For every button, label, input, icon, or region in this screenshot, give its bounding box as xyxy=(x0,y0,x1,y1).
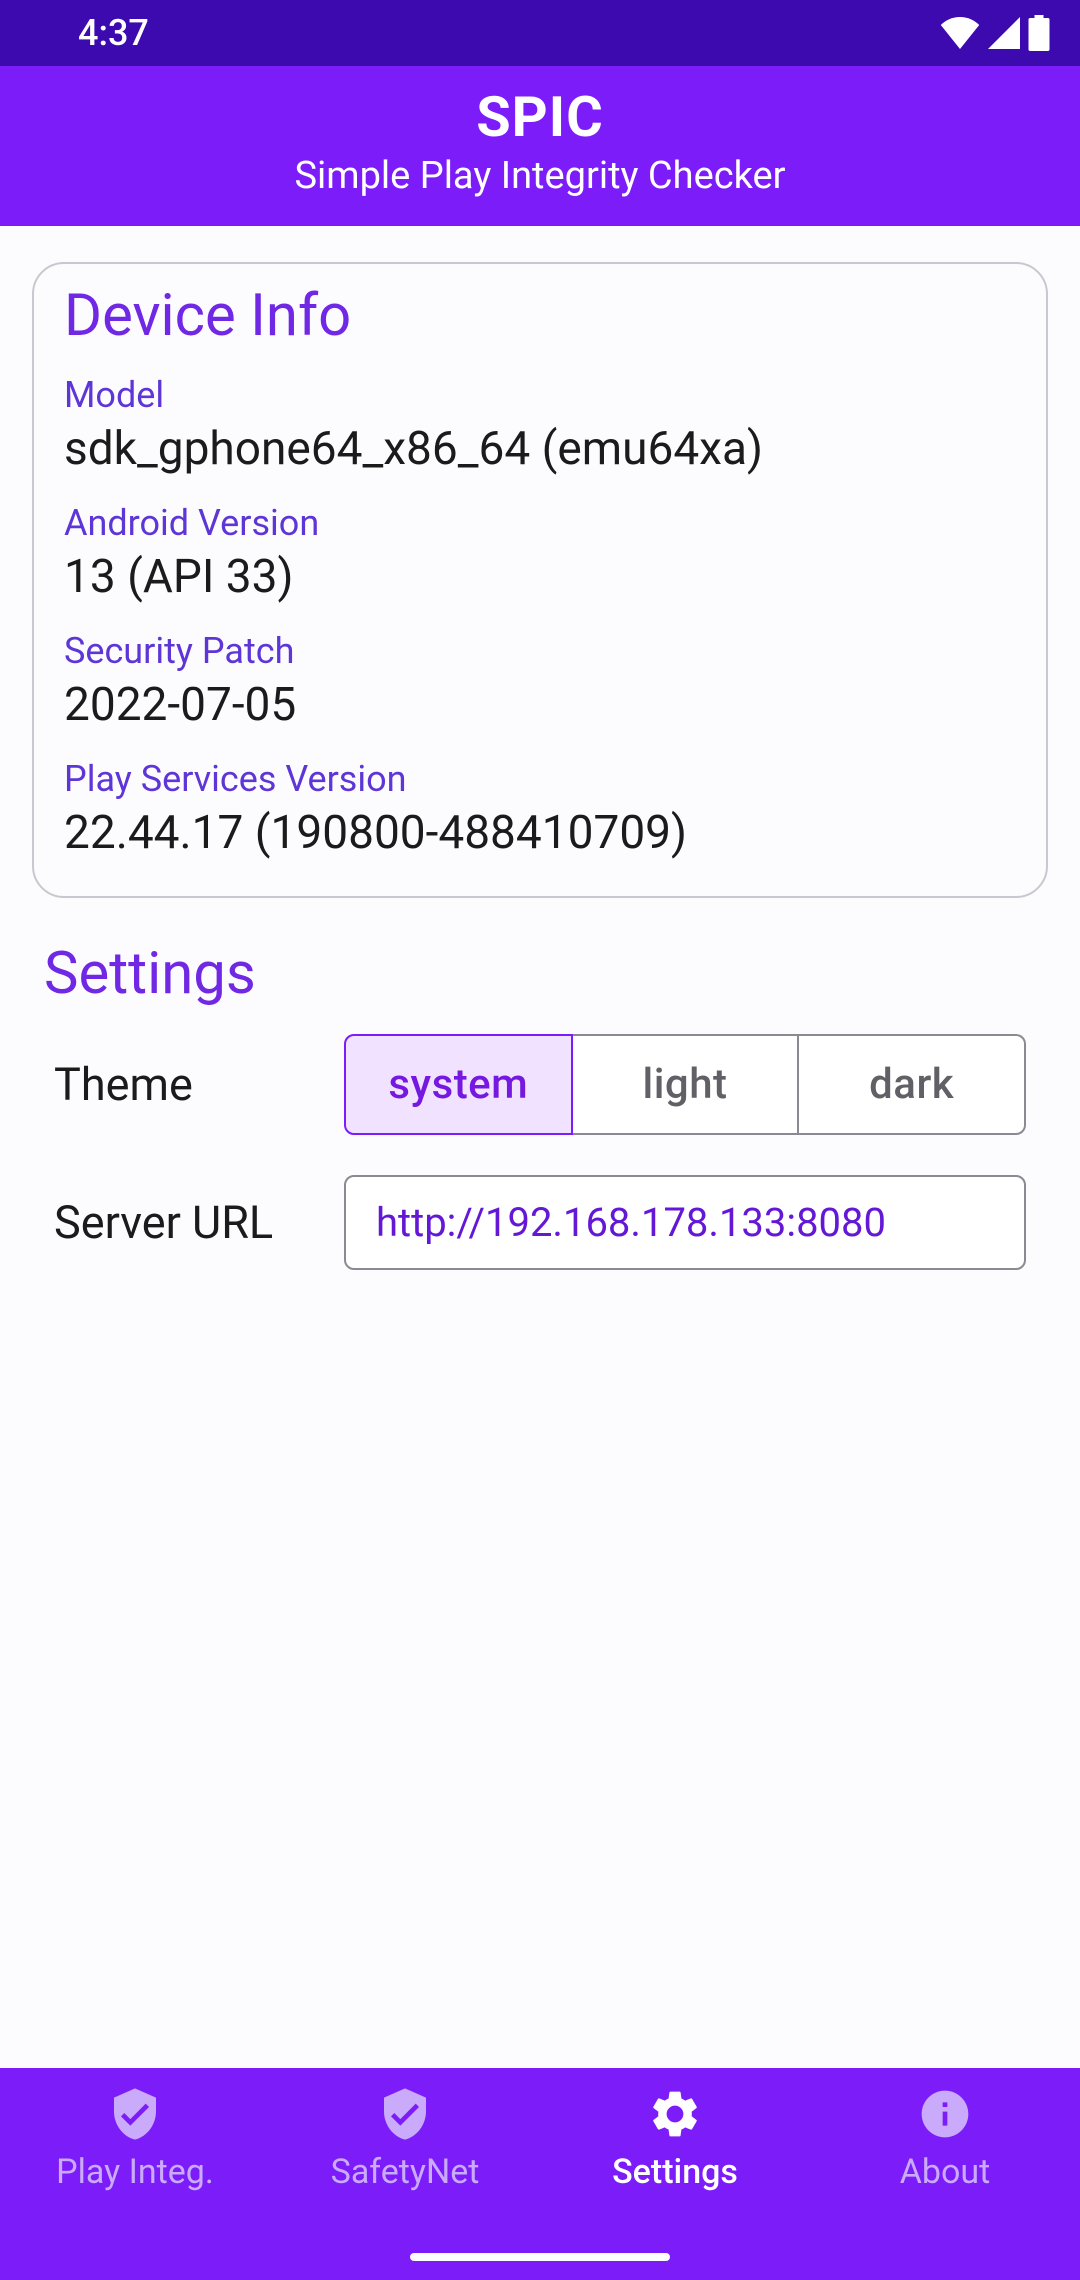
app-title: SPIC xyxy=(0,84,1080,150)
nav-play-integrity[interactable]: Play Integ. xyxy=(0,2086,270,2234)
info-icon xyxy=(917,2086,973,2142)
security-patch-row: Security Patch 2022-07-05 xyxy=(64,630,1016,732)
wifi-icon xyxy=(940,17,980,49)
model-value: sdk_gphone64_x86_64 (emu64xa) xyxy=(64,422,1016,476)
status-icons xyxy=(940,15,1050,51)
main-content: Device Info Model sdk_gphone64_x86_64 (e… xyxy=(0,226,1080,2068)
device-info-card: Device Info Model sdk_gphone64_x86_64 (e… xyxy=(32,262,1048,898)
nav-settings[interactable]: Settings xyxy=(540,2086,810,2234)
signal-icon xyxy=(988,17,1020,49)
nav-label: SafetyNet xyxy=(331,2152,480,2192)
android-version-row: Android Version 13 (API 33) xyxy=(64,502,1016,604)
server-url-setting-row: Server URL xyxy=(32,1175,1048,1270)
security-patch-label: Security Patch xyxy=(64,630,1016,672)
nav-about[interactable]: About xyxy=(810,2086,1080,2234)
play-services-label: Play Services Version xyxy=(64,758,1016,800)
shield-check-outline-icon xyxy=(377,2086,433,2142)
nav-label: Settings xyxy=(612,2152,738,2192)
server-url-input[interactable] xyxy=(344,1175,1026,1270)
app-header: SPIC Simple Play Integrity Checker xyxy=(0,66,1080,226)
nav-safetynet[interactable]: SafetyNet xyxy=(270,2086,540,2234)
play-services-value: 22.44.17 (190800-488410709) xyxy=(64,806,1016,860)
device-info-title: Device Info xyxy=(64,282,1016,350)
system-navigation-bar xyxy=(0,2234,1080,2280)
android-version-value: 13 (API 33) xyxy=(64,550,1016,604)
theme-option-light[interactable]: light xyxy=(573,1034,800,1135)
nav-label: Play Integ. xyxy=(56,2152,214,2192)
gear-icon xyxy=(647,2086,703,2142)
theme-option-system[interactable]: system xyxy=(344,1034,573,1135)
theme-option-dark[interactable]: dark xyxy=(799,1034,1026,1135)
status-time: 4:37 xyxy=(78,12,149,54)
shield-check-icon xyxy=(107,2086,163,2142)
gesture-handle[interactable] xyxy=(410,2253,670,2261)
bottom-navigation: Play Integ. SafetyNet Settings About xyxy=(0,2068,1080,2234)
nav-label: About xyxy=(900,2152,991,2192)
model-label: Model xyxy=(64,374,1016,416)
play-services-row: Play Services Version 22.44.17 (190800-4… xyxy=(64,758,1016,860)
security-patch-value: 2022-07-05 xyxy=(64,678,1016,732)
theme-setting-row: Theme system light dark xyxy=(32,1034,1048,1135)
model-row: Model sdk_gphone64_x86_64 (emu64xa) xyxy=(64,374,1016,476)
app-subtitle: Simple Play Integrity Checker xyxy=(0,154,1080,198)
theme-label: Theme xyxy=(54,1058,344,1111)
theme-segmented-control: system light dark xyxy=(344,1034,1026,1135)
server-url-label: Server URL xyxy=(54,1196,344,1249)
settings-title: Settings xyxy=(44,940,1048,1008)
battery-icon xyxy=(1028,15,1050,51)
android-version-label: Android Version xyxy=(64,502,1016,544)
status-bar: 4:37 xyxy=(0,0,1080,66)
